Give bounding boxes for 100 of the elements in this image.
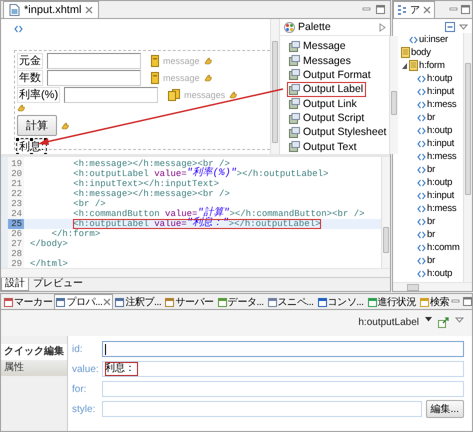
input-field[interactable]: 利息： <box>102 361 464 377</box>
tag-icon <box>417 88 426 96</box>
close-icon[interactable] <box>423 6 431 14</box>
close-icon[interactable] <box>85 6 94 14</box>
tree-item[interactable]: br <box>410 254 436 267</box>
tree-item[interactable]: ui:inser <box>402 33 448 46</box>
page-icon <box>401 47 410 58</box>
hand-icon <box>229 91 238 99</box>
palette-icon <box>284 22 295 32</box>
hand-icon <box>61 122 69 130</box>
tag-icon <box>417 114 426 122</box>
minimize-icon[interactable] <box>449 5 458 13</box>
input-field[interactable] <box>102 341 464 357</box>
expand-icon[interactable] <box>379 22 386 32</box>
line-number: 19 <box>10 159 23 169</box>
tree-item[interactable]: br <box>410 163 436 176</box>
tree-item[interactable]: h:outp <box>410 176 452 189</box>
view-icon <box>218 298 227 306</box>
view-tab[interactable]: コンソ... <box>316 294 366 309</box>
tag-icon <box>417 256 426 264</box>
code-line: <h:message></h:message><br /> <box>72 189 230 199</box>
palette-item[interactable]: Messages <box>287 53 354 68</box>
palette-item[interactable]: Output Label <box>287 82 366 96</box>
element-name: h:outputLabel <box>358 317 419 328</box>
component-icon <box>289 84 300 95</box>
side-tab[interactable]: 属性 <box>1 360 67 376</box>
scrollbar[interactable] <box>270 19 279 154</box>
component-icon <box>289 40 300 52</box>
tag-icon <box>417 204 426 212</box>
component-icon <box>289 141 300 152</box>
tree-item[interactable]: h:comm <box>410 241 460 254</box>
palette-item[interactable]: Output Link <box>287 96 360 111</box>
tree-item[interactable]: br <box>410 228 436 241</box>
view-icon <box>4 298 13 306</box>
component-icon <box>289 126 300 138</box>
scrollbar[interactable] <box>381 157 390 268</box>
tree-item[interactable]: h:mess <box>410 202 456 215</box>
tree-item[interactable]: h:mess <box>410 150 456 163</box>
code-line: </h:form> <box>50 229 100 239</box>
field-label: value: <box>72 364 100 374</box>
view-tab[interactable]: 注釈ブ... <box>113 294 164 309</box>
pin-icon[interactable] <box>438 317 449 328</box>
scrollbar[interactable] <box>393 282 472 291</box>
view-tab[interactable]: プレビュー <box>29 278 87 291</box>
edit-button[interactable]: 編集... <box>426 400 464 418</box>
maximize-icon[interactable] <box>461 5 470 14</box>
scrollbar[interactable] <box>463 33 472 282</box>
maximize-icon[interactable] <box>376 5 385 14</box>
tree-item[interactable]: h:mess <box>410 98 456 111</box>
message-tag: message <box>163 56 200 66</box>
maximize-icon[interactable] <box>463 297 472 306</box>
palette-item[interactable]: Message <box>287 39 349 54</box>
code-line: </body> <box>29 239 68 249</box>
tree-item[interactable]: h:form <box>402 59 445 72</box>
palette-item[interactable]: Output Script <box>287 110 368 126</box>
editor-tab[interactable]: *input.xhtml <box>3 1 100 18</box>
input-field[interactable] <box>47 53 141 69</box>
line-number: 20 <box>10 169 23 179</box>
tag-icon <box>417 218 426 226</box>
scrollbar[interactable] <box>1 268 390 277</box>
view-tab[interactable]: データ... <box>216 294 266 309</box>
view-tab[interactable]: マーカー <box>2 294 54 309</box>
tree-item[interactable]: h:outp <box>410 267 452 280</box>
outline-tab[interactable]: ア <box>393 1 435 18</box>
component-icon <box>289 98 300 110</box>
view-tab[interactable]: 検索 <box>418 294 452 309</box>
view-icon <box>56 298 66 306</box>
tree-item[interactable]: h:outp <box>410 72 452 85</box>
view-tab[interactable]: 進行状況 <box>366 294 418 309</box>
palette-item[interactable]: Output Format <box>287 68 374 82</box>
tree-item[interactable]: h:input <box>410 137 454 150</box>
tree-item[interactable]: h:input <box>410 189 454 202</box>
palette-item[interactable]: Output Stylesheet <box>287 125 390 140</box>
side-tab[interactable]: クイック編集 <box>1 344 67 360</box>
tree-item[interactable]: h:outp <box>410 124 452 137</box>
view-icon <box>318 298 327 306</box>
tree-item[interactable]: br <box>410 111 436 124</box>
line-number: 26 <box>10 229 23 239</box>
line-number: 29 <box>10 259 23 269</box>
collapse-icon[interactable] <box>445 22 455 32</box>
view-tab[interactable]: 設計 <box>1 278 29 291</box>
palette-item[interactable]: Output Text <box>287 140 360 154</box>
code-line: <h:outputLabel value="利率(%)"></h:outputLabel> <box>72 169 328 179</box>
scrollbar[interactable] <box>389 36 398 154</box>
view-tab[interactable]: サーバー <box>163 294 216 309</box>
view-menu-icon[interactable] <box>455 317 464 323</box>
tag-icon <box>417 230 426 238</box>
view-tab[interactable]: プロパ... <box>54 294 114 309</box>
input-field[interactable] <box>47 70 141 86</box>
tree-item[interactable]: br <box>410 215 436 228</box>
close-icon[interactable] <box>103 298 112 306</box>
view-tab[interactable]: スニペ... <box>266 294 316 309</box>
minimize-icon[interactable] <box>451 297 460 305</box>
view-icon <box>115 298 124 306</box>
calculate-button[interactable]: 計算 <box>17 115 57 136</box>
view-menu-icon[interactable] <box>459 24 468 30</box>
input-field[interactable] <box>64 87 158 103</box>
dropdown-icon[interactable] <box>425 317 432 322</box>
tree-item[interactable]: h:input <box>410 85 454 98</box>
tree-item[interactable]: body <box>394 46 431 59</box>
